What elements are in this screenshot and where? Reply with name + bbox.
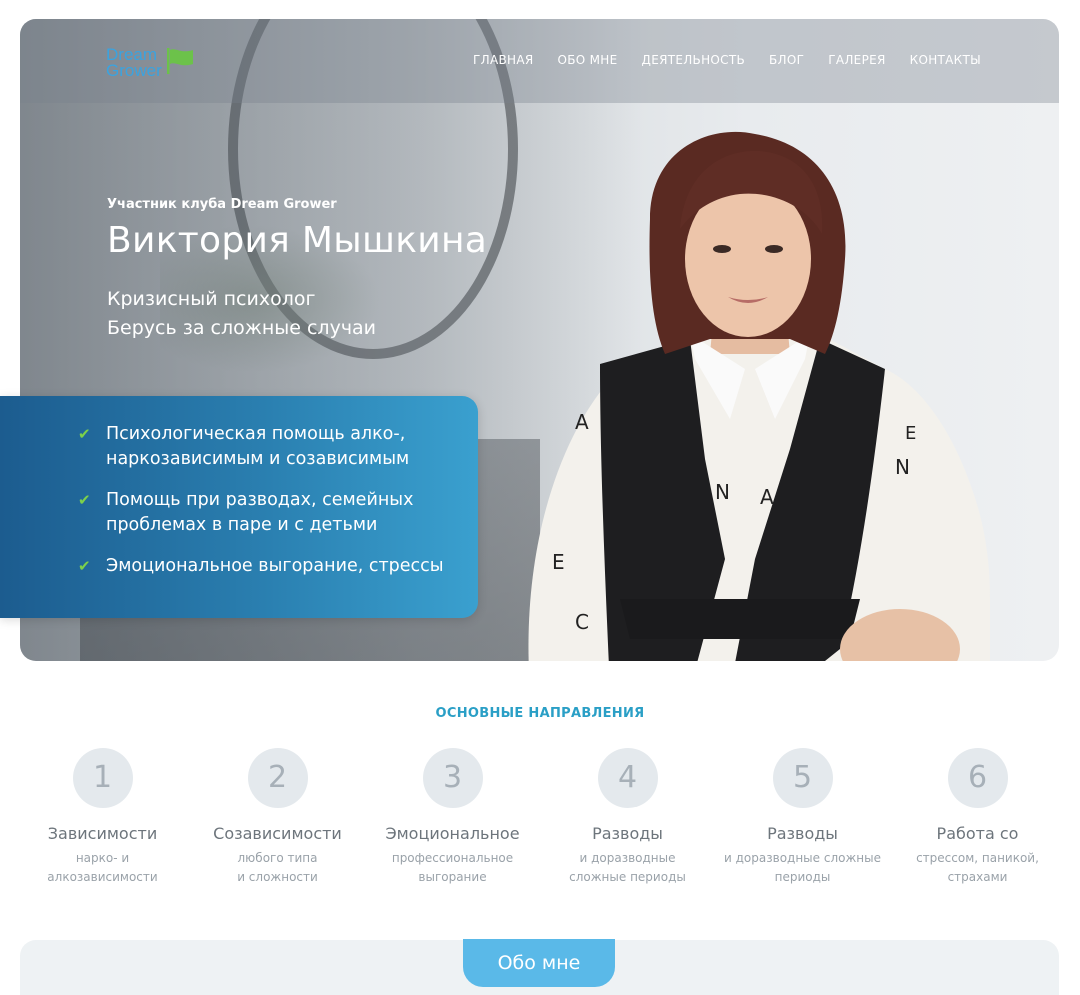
service-item: ✔ Эмоциональное выгорание, стрессы — [78, 554, 478, 579]
direction-desc-line: страхами — [947, 870, 1008, 884]
nav-home[interactable]: ГЛАВНАЯ — [473, 53, 533, 67]
service-text: Помощь при разводах, семейных — [106, 490, 414, 510]
direction-desc: нарко- и алкозависимости — [15, 849, 190, 887]
nav-activity[interactable]: ДЕЯТЕЛЬНОСТЬ — [642, 53, 745, 67]
services-panel: ✔ Психологическая помощь алко-, наркозав… — [0, 396, 478, 618]
svg-text:N: N — [895, 455, 910, 479]
direction-item[interactable]: 6 Работа со стрессом, паникой, страхами — [890, 748, 1065, 887]
direction-title: Работа со — [936, 824, 1019, 843]
direction-number: 5 — [772, 748, 833, 808]
directions-title: ОСНОВНЫЕ НАПРАВЛЕНИЯ — [435, 706, 645, 721]
direction-desc-line: и доразводные сложные — [724, 851, 881, 865]
svg-text:A: A — [575, 410, 589, 434]
direction-number: 2 — [247, 748, 308, 808]
direction-title: Созависимости — [213, 824, 342, 843]
direction-desc: и доразводные сложные периоды — [715, 849, 890, 887]
svg-text:E: E — [905, 423, 916, 444]
direction-desc-line: выгорание — [418, 870, 487, 884]
service-item: ✔ Психологическая помощь алко-, наркозав… — [78, 422, 478, 472]
portrait-image: A N A E C N E — [528, 131, 990, 661]
service-text: наркозависимым и созависимым — [106, 449, 410, 469]
check-icon: ✔ — [78, 425, 91, 443]
svg-text:E: E — [552, 550, 565, 574]
direction-desc-line: периоды — [774, 870, 831, 884]
direction-desc-line: стрессом, паникой, — [916, 851, 1039, 865]
direction-item[interactable]: 1 Зависимости нарко- и алкозависимости — [15, 748, 190, 887]
nav-about[interactable]: ОБО МНЕ — [558, 53, 618, 67]
nav-contacts[interactable]: КОНТАКТЫ — [910, 53, 981, 67]
direction-item[interactable]: 5 Разводы и доразводные сложные периоды — [715, 748, 890, 887]
service-text: Психологическая помощь алко-, — [106, 424, 406, 444]
site-logo[interactable]: Dream Grower — [106, 46, 194, 80]
top-navbar: Dream Grower ГЛАВНАЯ ОБО МНЕ ДЕЯТЕЛЬНОСТ… — [20, 19, 1059, 103]
direction-desc: профессиональное выгорание — [365, 849, 540, 887]
nav-gallery[interactable]: ГАЛЕРЕЯ — [828, 53, 885, 67]
direction-desc: любого типа и сложности — [190, 849, 365, 887]
direction-title: Разводы — [592, 824, 663, 843]
svg-text:A: A — [760, 485, 774, 509]
about-button[interactable]: Обо мне — [463, 939, 615, 987]
direction-desc-line: сложные периоды — [569, 870, 686, 884]
direction-number: 1 — [72, 748, 133, 808]
hero-kicker: Участник клуба Dream Grower — [107, 197, 337, 212]
direction-number: 4 — [597, 748, 658, 808]
svg-text:C: C — [575, 610, 589, 634]
check-icon: ✔ — [78, 557, 91, 575]
direction-desc-line: алкозависимости — [47, 870, 158, 884]
service-item: ✔ Помощь при разводах, семейных проблема… — [78, 488, 478, 538]
hero-text: Участник клуба Dream Grower Виктория Мыш… — [107, 197, 487, 343]
hero-role-line-2: Берусь за сложные случаи — [107, 317, 377, 339]
direction-desc-line: любого типа — [237, 851, 318, 865]
hero-roles: Кризисный психолог Берусь за сложные слу… — [107, 285, 487, 343]
hero-name: Виктория Мышкина — [107, 220, 488, 261]
directions-list: 1 Зависимости нарко- и алкозависимости 2… — [15, 748, 1065, 887]
direction-number: 6 — [947, 748, 1008, 808]
check-icon: ✔ — [78, 491, 91, 509]
service-text: Эмоциональное выгорание, стрессы — [106, 556, 444, 576]
direction-item[interactable]: 3 Эмоциональное профессиональное выгоран… — [365, 748, 540, 887]
direction-desc-line: и сложности — [237, 870, 318, 884]
main-nav: ГЛАВНАЯ ОБО МНЕ ДЕЯТЕЛЬНОСТЬ БЛОГ ГАЛЕРЕ… — [473, 53, 981, 67]
flag-icon — [166, 48, 193, 74]
svg-text:N: N — [715, 480, 730, 504]
direction-number: 3 — [422, 748, 483, 808]
direction-item[interactable]: 4 Разводы и доразводные сложные периоды — [540, 748, 715, 887]
direction-item[interactable]: 2 Созависимости любого типа и сложности — [190, 748, 365, 887]
service-text: проблемах в паре и с детьми — [106, 515, 378, 535]
logo-text: Dream Grower — [106, 46, 162, 80]
direction-desc-line: и доразводные — [579, 851, 676, 865]
direction-title: Разводы — [767, 824, 838, 843]
hero-role-line-1: Кризисный психолог — [107, 288, 316, 310]
direction-desc-line: нарко- и — [75, 851, 130, 865]
direction-desc-line: профессиональное — [391, 851, 514, 865]
direction-title: Эмоциональное — [385, 824, 520, 843]
direction-title: Зависимости — [47, 824, 158, 843]
direction-desc: стрессом, паникой, страхами — [890, 849, 1065, 887]
nav-blog[interactable]: БЛОГ — [769, 53, 804, 67]
direction-desc: и доразводные сложные периоды — [540, 849, 715, 887]
logo-line-2: Grower — [106, 61, 162, 80]
